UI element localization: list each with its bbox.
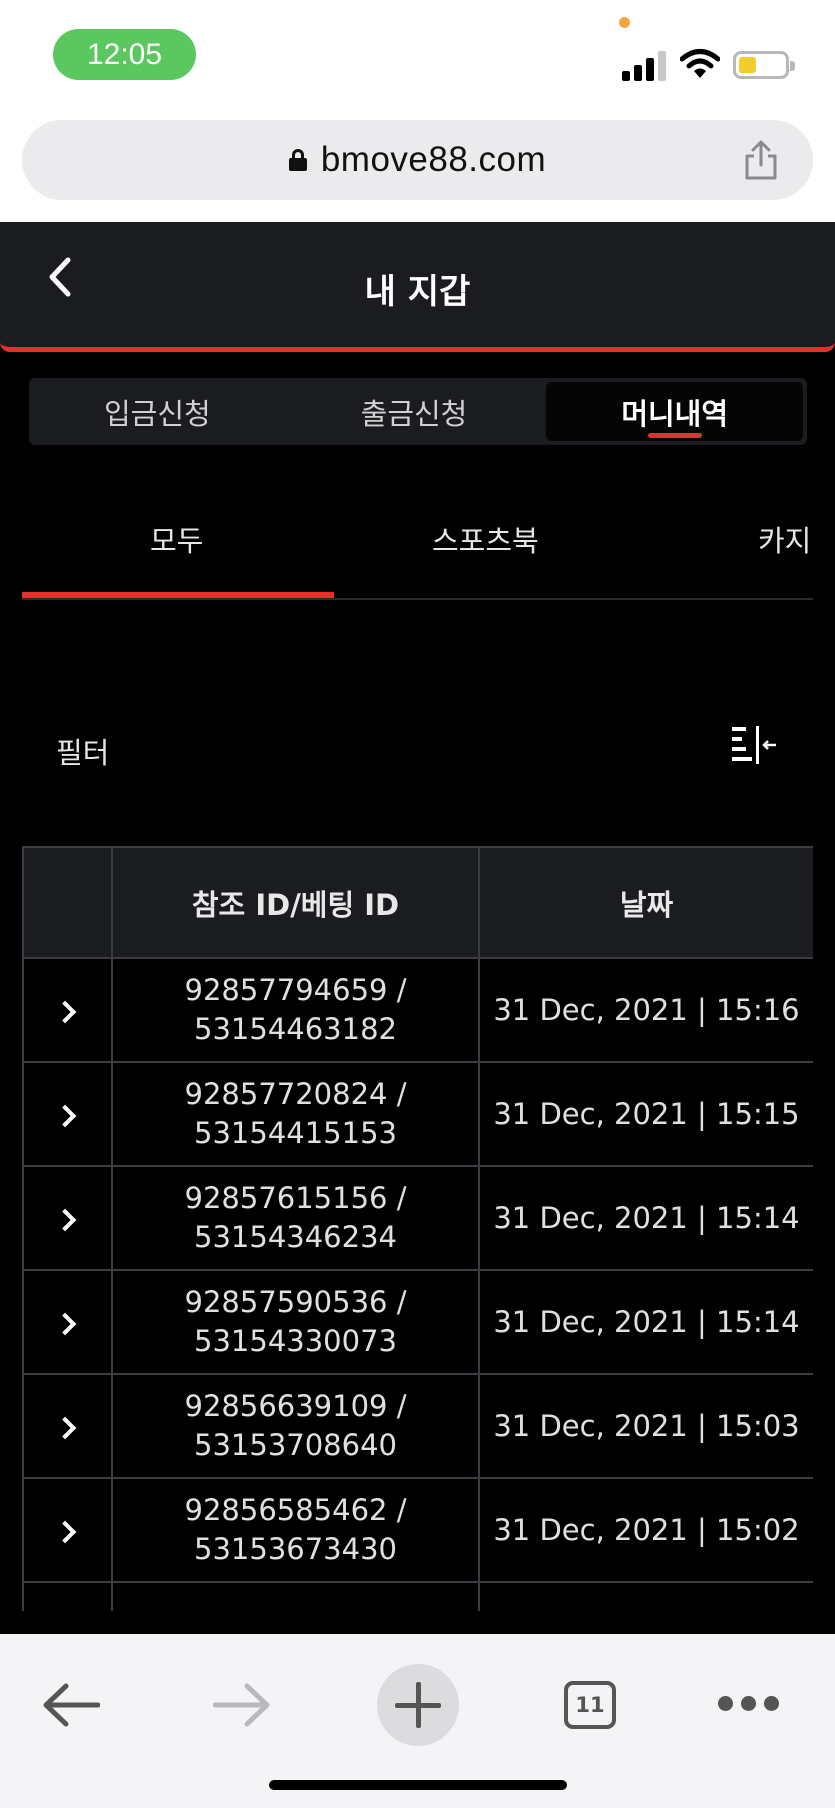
ref-id-text: 92857590536 /: [184, 1285, 407, 1319]
row-expand-cell[interactable]: [22, 1373, 113, 1479]
lock-icon: [288, 149, 307, 171]
row-expand-cell[interactable]: [22, 1581, 113, 1611]
date-cell: 31 Dec, 2021 | 15:14: [478, 1165, 813, 1271]
tab-money-history[interactable]: 머니내역: [546, 382, 804, 441]
battery-icon: [733, 51, 795, 79]
table-row[interactable]: 92857794659 / 53154463182 31 Dec, 2021 | 1…: [22, 957, 813, 1063]
ref-bet-id-cell: 92857615156 / 53154346234: [111, 1165, 480, 1271]
category-tab-all[interactable]: 모두: [150, 518, 203, 560]
chevron-right-icon: [53, 1312, 76, 1335]
browser-forward-icon: [213, 1683, 270, 1727]
tab-withdraw-request[interactable]: 출금신청: [286, 378, 543, 445]
row-expand-cell[interactable]: [22, 1477, 113, 1583]
column-header-date: 날짜: [478, 846, 813, 959]
row-expand-cell[interactable]: [22, 1165, 113, 1271]
category-tab-sportsbook[interactable]: 스포츠북: [432, 518, 539, 560]
table-row[interactable]: 92857720824 / 53154415153 31 Dec, 2021 | 1…: [22, 1061, 813, 1167]
row-expand-cell[interactable]: [22, 1269, 113, 1375]
browser-address-area: bmove88.com: [0, 110, 835, 222]
ref-id-text: 92857615156 /: [184, 1181, 407, 1215]
transaction-table-container[interactable]: 참조 ID/베팅 ID 날짜 92857794659 / 53154463182 3…: [22, 846, 813, 1611]
more-options-icon[interactable]: [718, 1696, 780, 1714]
ref-bet-id-cell: 92857720824 / 53154415153: [111, 1061, 480, 1167]
wifi-icon: [680, 49, 720, 78]
new-tab-plus-icon[interactable]: [377, 1664, 459, 1746]
chevron-right-icon: [53, 1416, 76, 1439]
date-cell: [478, 1581, 813, 1611]
chevron-right-icon: [53, 1000, 76, 1023]
date-cell: 31 Dec, 2021 | 15:03: [478, 1373, 813, 1479]
recording-indicator: [619, 17, 630, 28]
page-title: 내 지갑: [364, 272, 471, 312]
ref-bet-id-cell: 92856498004 /: [111, 1581, 480, 1611]
date-cell: 31 Dec, 2021 | 15:14: [478, 1269, 813, 1375]
ref-bet-id-cell: 92856585462 / 53153673430: [111, 1477, 480, 1583]
table-row[interactable]: 92856585462 / 53153673430 31 Dec, 2021 | 1…: [22, 1477, 813, 1583]
column-header-expand: [22, 846, 113, 959]
bet-id-text: 53153708640: [194, 1428, 397, 1462]
column-header-ref-id: 참조 ID/베팅 ID: [111, 846, 480, 959]
date-cell: 31 Dec, 2021 | 15:16: [478, 957, 813, 1063]
table-row[interactable]: 92856639109 / 53153708640 31 Dec, 2021 | 1…: [22, 1373, 813, 1479]
bet-id-text: 53154415153: [194, 1116, 397, 1150]
address-bar[interactable]: bmove88.com: [22, 120, 813, 200]
ref-id-text: 92856585462 /: [184, 1493, 407, 1527]
tab-deposit-request[interactable]: 입금신청: [29, 378, 286, 445]
ref-id-text: 92857794659 /: [184, 973, 407, 1007]
chevron-right-icon: [53, 1104, 76, 1127]
ref-bet-id-cell: 92857794659 / 53154463182: [111, 957, 480, 1063]
status-bar: 12:05: [0, 0, 835, 110]
ref-bet-id-cell: 92856639109 / 53153708640: [111, 1373, 480, 1479]
ref-id-text: 92856639109 /: [184, 1389, 407, 1423]
transaction-table: 참조 ID/베팅 ID 날짜 92857794659 / 53154463182 3…: [22, 846, 813, 1611]
ref-bet-id-cell: 92857590536 / 53154330073: [111, 1269, 480, 1375]
cellular-signal-icon: [622, 51, 666, 81]
table-row[interactable]: 92857615156 / 53154346234 31 Dec, 2021 | 1…: [22, 1165, 813, 1271]
home-indicator: [269, 1780, 567, 1790]
filter-label: 필터: [56, 736, 110, 770]
date-cell: 31 Dec, 2021 | 15:02: [478, 1477, 813, 1583]
category-tab-casino[interactable]: 카지: [758, 518, 811, 560]
category-tabs: 모두 스포츠북 카지: [22, 490, 813, 600]
tabs-count-button[interactable]: 11: [564, 1681, 616, 1729]
app-header: 내 지갑: [0, 222, 835, 352]
browser-back-icon[interactable]: [42, 1682, 100, 1728]
bet-id-text: 53153673430: [194, 1532, 397, 1566]
date-cell: 31 Dec, 2021 | 15:15: [478, 1061, 813, 1167]
bet-id-text: 53154330073: [194, 1324, 397, 1358]
filter-toggle-icon[interactable]: [730, 724, 778, 766]
bet-id-text: 53154346234: [194, 1220, 397, 1254]
chevron-right-icon: [53, 1520, 76, 1543]
row-expand-cell[interactable]: [22, 957, 113, 1063]
table-header-row: 참조 ID/베팅 ID 날짜: [22, 846, 813, 959]
url-text: bmove88.com: [320, 140, 547, 179]
bet-id-text: 53154463182: [194, 1012, 397, 1046]
table-row[interactable]: 92856498004 /: [22, 1581, 813, 1611]
table-row[interactable]: 92857590536 / 53154330073 31 Dec, 2021 | 1…: [22, 1269, 813, 1375]
chevron-right-icon: [53, 1208, 76, 1231]
status-time: 12:05: [53, 29, 196, 80]
row-expand-cell[interactable]: [22, 1061, 113, 1167]
active-tab-indicator: [22, 592, 334, 598]
share-icon[interactable]: [743, 140, 779, 180]
ref-id-text: 92857720824 /: [184, 1077, 407, 1111]
wallet-segment-tabs: 입금신청 출금신청 머니내역: [29, 378, 807, 445]
